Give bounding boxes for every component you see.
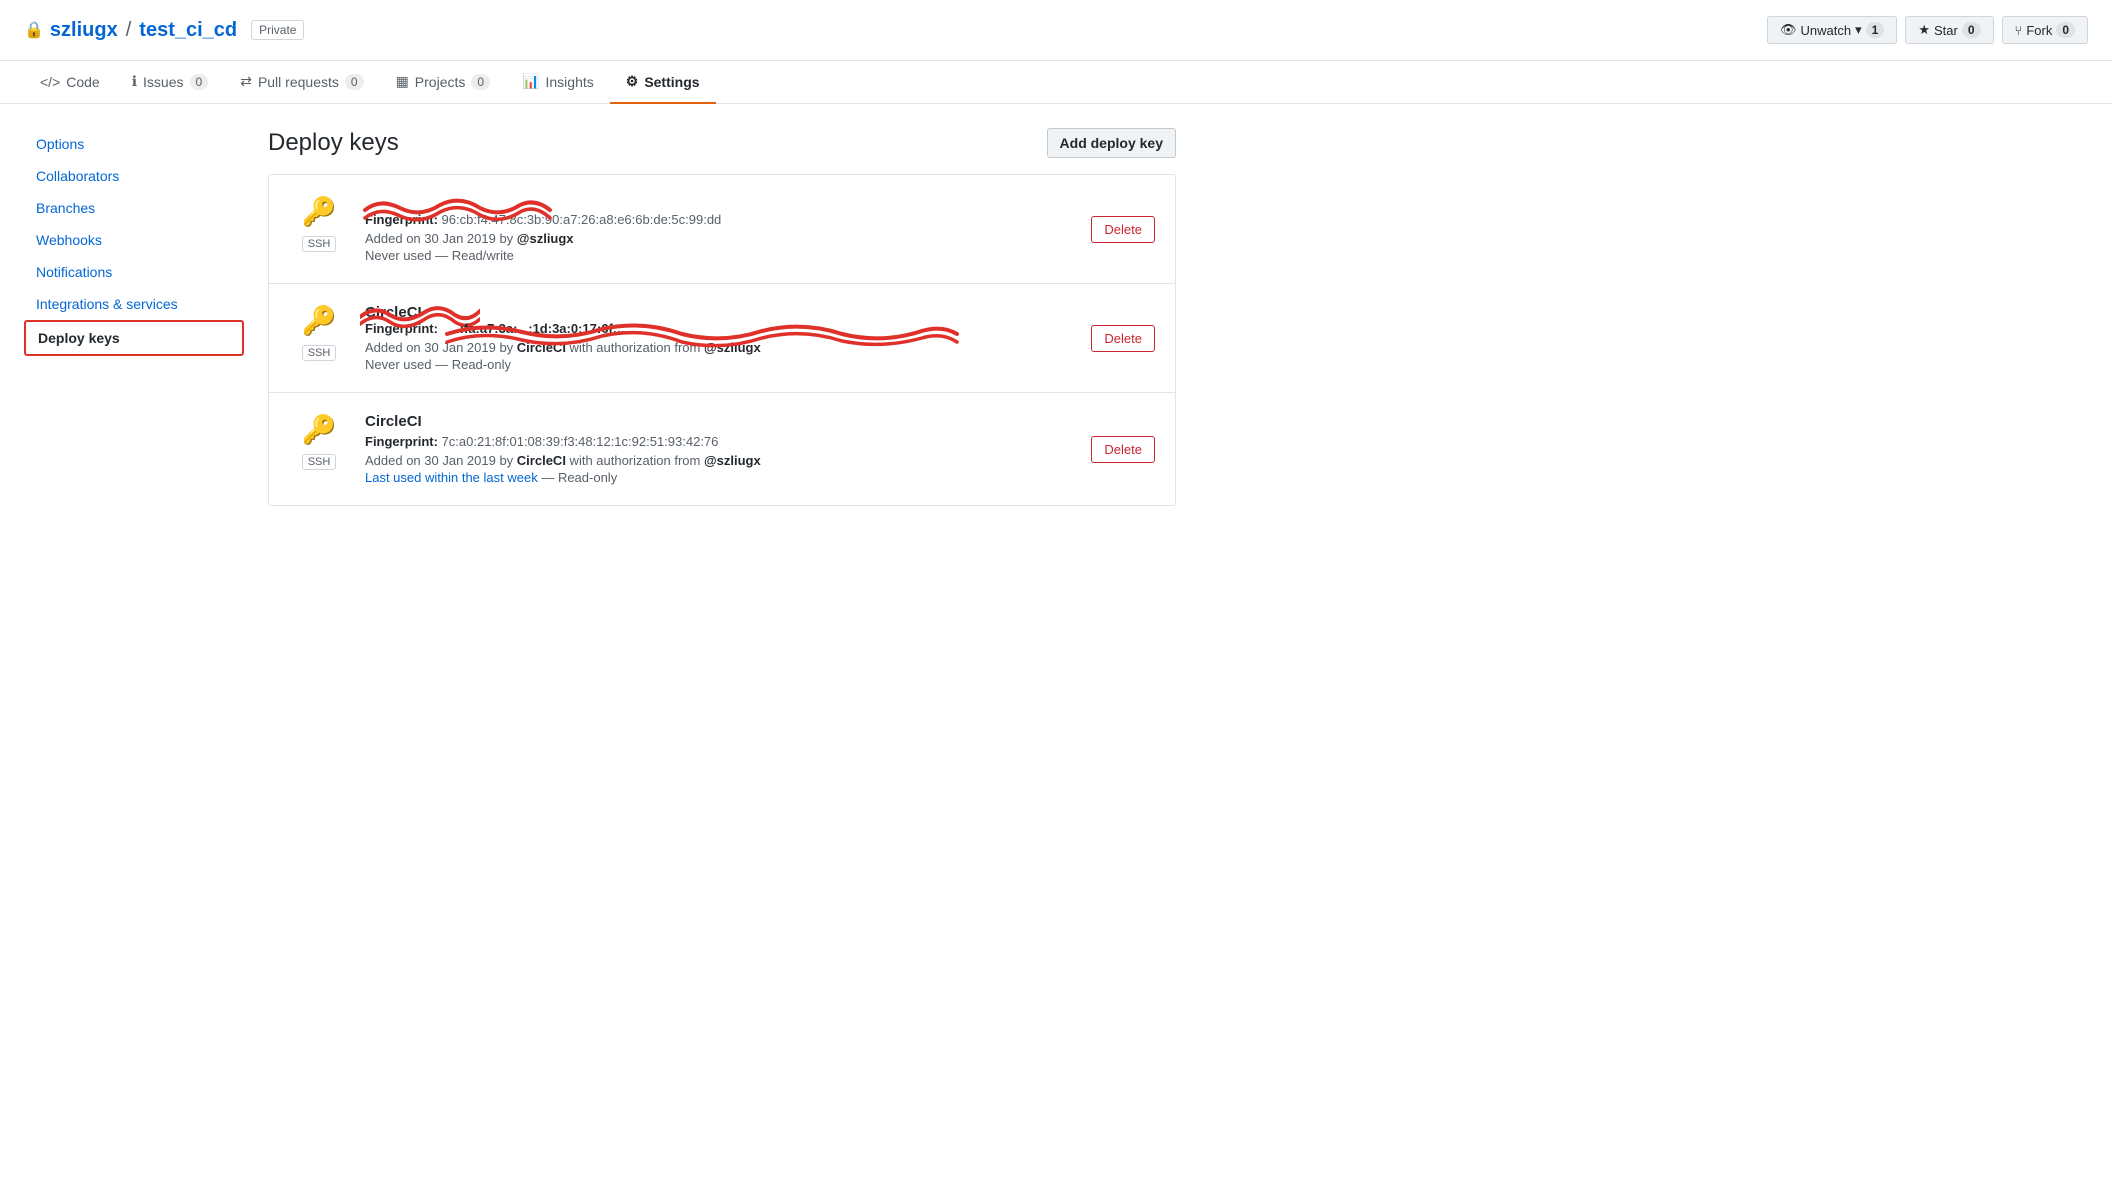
table-row: 🔑 SSH Fingerprint: 96:cb:f4:47:: [269, 175, 1175, 284]
watch-button[interactable]: 👁 Unwatch ▾ 1: [1767, 16, 1897, 44]
deploy-keys-list: 🔑 SSH Fingerprint: 96:cb:f4:47:: [268, 174, 1176, 506]
key-name-3: CircleCI: [365, 413, 1075, 430]
key-icon-2: 🔑: [302, 304, 337, 337]
key-icon-area-3: 🔑 SSH: [289, 413, 349, 470]
key-fingerprint-3: Fingerprint: 7c:a0:21:8f:01:08:39:f3:48:…: [365, 434, 1075, 449]
page-footer: [0, 530, 2112, 570]
eye-icon: 👁: [1780, 22, 1797, 38]
key-info: Fingerprint: 96:cb:f4:47:8c:3b:90:a7:26:…: [365, 195, 1075, 263]
tab-issues-label: Issues: [143, 74, 183, 90]
key-icon: 🔑: [302, 195, 337, 228]
pr-count: 0: [345, 74, 364, 90]
fork-icon: ⑂: [2015, 23, 2023, 38]
key-usage-3: Last used within the last week — Read-on…: [365, 470, 1075, 485]
repo-name-link[interactable]: test_ci_cd: [139, 19, 237, 42]
key-info-2: CircleCI Fingerprint: ...:fa:a7:3a:...:1…: [365, 304, 1075, 372]
key-name-2: CircleCI: [365, 304, 422, 321]
nav-tabs: </> Code ℹ Issues 0 ⇄ Pull requests 0 ▦ …: [0, 61, 2112, 104]
table-row: 🔑 SSH CircleCI Fingerprint: .: [269, 284, 1175, 393]
sidebar-item-integrations[interactable]: Integrations & services: [24, 288, 244, 320]
watch-arrow-icon: ▾: [1855, 22, 1862, 38]
tab-settings[interactable]: ⚙ Settings: [610, 61, 716, 104]
sidebar-item-branches[interactable]: Branches: [24, 192, 244, 224]
key-owner-link-1[interactable]: @szliugx: [517, 231, 574, 246]
tab-pull-requests[interactable]: ⇄ Pull requests 0: [224, 61, 379, 104]
key-owner-link-3[interactable]: @szliugx: [704, 453, 761, 468]
delete-key-button-3[interactable]: Delete: [1091, 436, 1155, 463]
key-fingerprint-1: Fingerprint: 96:cb:f4:47:8c:3b:90:a7:26:…: [365, 212, 1075, 227]
visibility-badge: Private: [251, 20, 304, 40]
sidebar-item-collaborators[interactable]: Collaborators: [24, 160, 244, 192]
sidebar-item-deploy-keys[interactable]: Deploy keys: [24, 320, 244, 356]
key-meta-2: Added on 30 Jan 2019 by CircleCI with au…: [365, 340, 1075, 355]
add-deploy-key-button[interactable]: Add deploy key: [1047, 128, 1176, 158]
fork-count: 0: [2056, 22, 2075, 38]
ssh-badge: SSH: [302, 236, 337, 252]
key-info-3: CircleCI Fingerprint: 7c:a0:21:8f:01:08:…: [365, 413, 1075, 485]
repo-title: 🔒 szliugx / test_ci_cd Private: [24, 19, 304, 42]
tab-insights-label: Insights: [546, 74, 594, 90]
code-icon: </>: [40, 74, 60, 90]
key-icon-3: 🔑: [302, 413, 337, 446]
key-fingerprint-2: Fingerprint: ...:fa:a7:3a:...:1d:3a:0:17…: [365, 321, 1075, 336]
projects-count: 0: [471, 74, 490, 90]
page-title: Deploy keys: [268, 129, 399, 157]
key-usage-1: Never used — Read/write: [365, 248, 1075, 263]
tab-code-label: Code: [66, 74, 99, 90]
watch-count: 1: [1866, 22, 1885, 38]
tab-issues[interactable]: ℹ Issues 0: [116, 61, 224, 104]
watch-label: Unwatch: [1801, 23, 1852, 38]
settings-icon: ⚙: [626, 73, 639, 90]
sidebar-item-notifications[interactable]: Notifications: [24, 256, 244, 288]
key-meta-1: Added on 30 Jan 2019 by @szliugx: [365, 231, 1075, 246]
star-button[interactable]: ★ Star 0: [1905, 16, 1993, 44]
tab-projects[interactable]: ▦ Projects 0: [380, 61, 507, 104]
key-meta-3: Added on 30 Jan 2019 by CircleCI with au…: [365, 453, 1075, 468]
tab-projects-label: Projects: [415, 74, 466, 90]
fork-label: Fork: [2026, 23, 2052, 38]
projects-icon: ▦: [396, 73, 409, 90]
ssh-badge-2: SSH: [302, 345, 337, 361]
fork-button[interactable]: ⑂ Fork 0: [2002, 16, 2089, 44]
tab-pr-label: Pull requests: [258, 74, 339, 90]
repo-header: 🔒 szliugx / test_ci_cd Private 👁 Unwatch…: [0, 0, 2112, 61]
delete-key-button-1[interactable]: Delete: [1091, 216, 1155, 243]
key-name: [365, 195, 419, 212]
pr-icon: ⇄: [240, 73, 252, 90]
repo-owner-link[interactable]: szliugx: [50, 19, 118, 42]
star-label: Star: [1934, 23, 1958, 38]
page-content: Options Collaborators Branches Webhooks …: [0, 104, 1200, 530]
tab-settings-label: Settings: [644, 74, 699, 90]
ssh-badge-3: SSH: [302, 454, 337, 470]
key-icon-area-2: 🔑 SSH: [289, 304, 349, 361]
key-usage-2: Never used — Read-only: [365, 357, 1075, 372]
header-actions: 👁 Unwatch ▾ 1 ★ Star 0 ⑂ Fork 0: [1767, 16, 2088, 44]
star-icon: ★: [1918, 22, 1930, 38]
main-header: Deploy keys Add deploy key: [268, 128, 1176, 158]
sidebar-item-webhooks[interactable]: Webhooks: [24, 224, 244, 256]
key-owner-link-2[interactable]: @szliugx: [704, 340, 761, 355]
tab-code[interactable]: </> Code: [24, 61, 116, 104]
separator: /: [126, 19, 132, 42]
key-icon-area: 🔑 SSH: [289, 195, 349, 252]
tab-insights[interactable]: 📊 Insights: [506, 61, 610, 104]
issues-count: 0: [190, 74, 209, 90]
lock-icon: 🔒: [24, 20, 44, 40]
star-count: 0: [1962, 22, 1981, 38]
last-used-link[interactable]: Last used within the last week: [365, 470, 538, 485]
table-row: 🔑 SSH CircleCI Fingerprint: 7c:a0:21:8f:…: [269, 393, 1175, 505]
delete-key-button-2[interactable]: Delete: [1091, 325, 1155, 352]
main-content: Deploy keys Add deploy key 🔑 SSH: [268, 128, 1176, 506]
sidebar-item-options[interactable]: Options: [24, 128, 244, 160]
insights-icon: 📊: [522, 73, 539, 90]
issues-icon: ℹ: [132, 73, 137, 90]
sidebar: Options Collaborators Branches Webhooks …: [24, 128, 244, 506]
